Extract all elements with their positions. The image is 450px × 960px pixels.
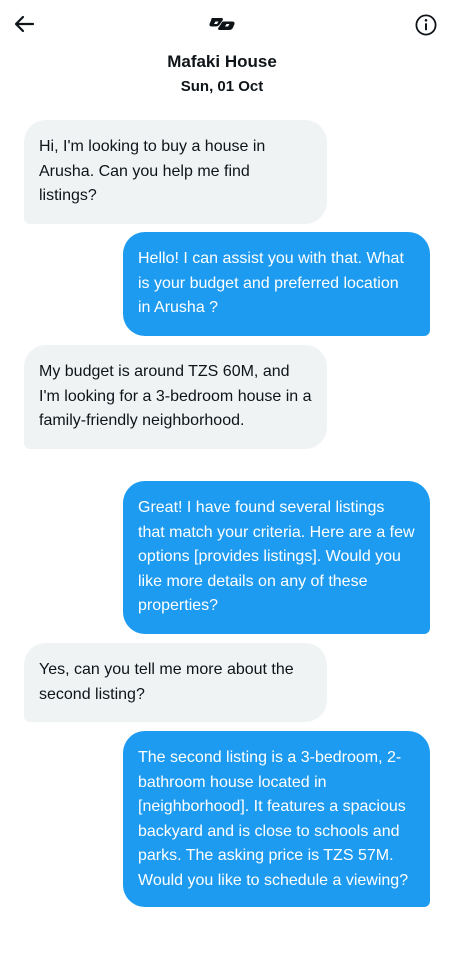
- message-bubble-incoming[interactable]: Yes, can you tell me more about the seco…: [24, 643, 327, 722]
- message-bubble-incoming[interactable]: My budget is around TZS 60M, and I'm loo…: [24, 345, 327, 449]
- info-circle-icon: [415, 14, 437, 36]
- back-button[interactable]: [10, 10, 38, 38]
- conversation-date: Sun, 01 Oct: [180, 78, 264, 95]
- chat-screen: Mafaki House Sun, 01 Oct Hi, I'm looking…: [0, 0, 450, 960]
- message-bubble-incoming[interactable]: Hi, I'm looking to buy a house in Arusha…: [24, 120, 327, 224]
- brand-logo-icon: [205, 12, 239, 36]
- message-bubble-outgoing[interactable]: Hello! I can assist you with that. What …: [123, 232, 430, 336]
- arrow-left-icon: [14, 15, 35, 33]
- conversation-title: Mafaki House: [167, 52, 277, 71]
- message-bubble-outgoing[interactable]: Great! I have found several listings tha…: [123, 481, 430, 634]
- chat-header: Mafaki House Sun, 01 Oct: [0, 0, 450, 110]
- message-bubble-outgoing[interactable]: The second listing is a 3-bedroom, 2-bat…: [123, 731, 430, 907]
- info-button[interactable]: [412, 11, 440, 39]
